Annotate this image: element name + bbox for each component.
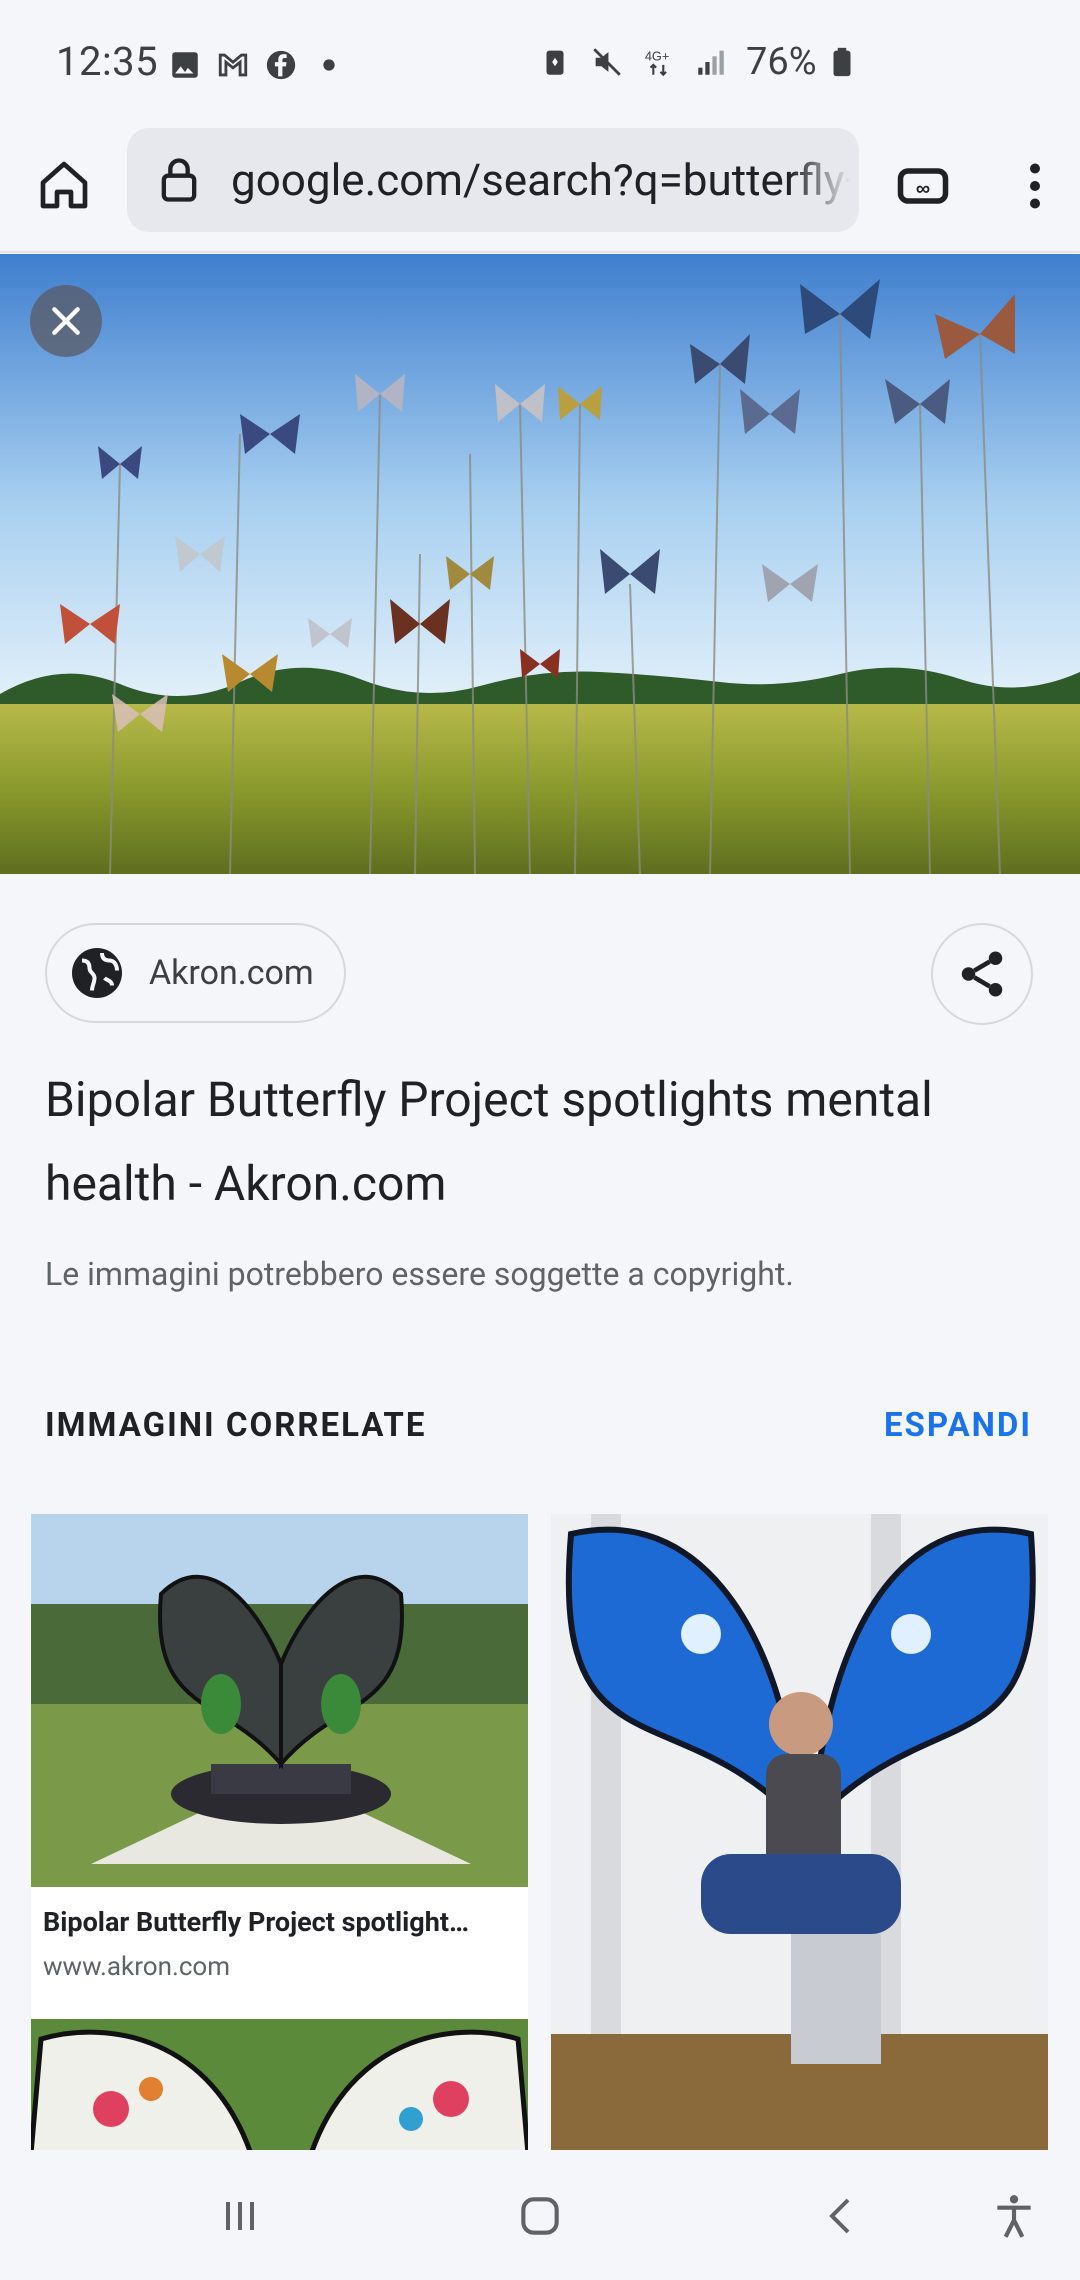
share-icon [961,951,1003,997]
dot-icon [323,59,335,71]
hero-image[interactable] [0,254,1080,874]
battery-level: 76% [746,40,817,84]
accessibility-button[interactable] [984,2186,1044,2246]
related-image-card[interactable] [551,1514,1048,2154]
notification-icons [168,48,346,82]
related-card-url: www.akron.com [43,1952,231,1982]
expand-button[interactable]: ESPANDI [884,1406,1032,1445]
recent-apps-button[interactable] [210,2186,270,2246]
related-image-thumbnail [551,1514,1048,2154]
network-4g-icon: 4G+ [645,49,669,77]
svg-text:∞: ∞ [916,178,930,200]
related-image-card[interactable]: Bipolar Butterfly Project spotlight… www… [31,1514,528,2019]
mute-icon [593,48,621,76]
gmail-icon [218,53,248,77]
home-nav-icon [521,2197,559,2235]
related-image-thumbnail [31,1514,528,1887]
url-bar[interactable]: google.com/search?q=butterfly+ [127,128,859,232]
system-status-icons: 4G+ 76% [538,40,859,84]
system-nav-bar [0,2150,1080,2280]
tab-switcher-icon: ∞ [897,168,949,204]
battery-icon [833,47,851,77]
lock-icon [161,158,197,202]
result-title[interactable]: Bipolar Butterfly Project spotlights men… [45,1058,1045,1226]
url-text: google.com/search?q=butterfly+ [231,154,851,206]
close-preview-button[interactable] [30,285,102,357]
more-vert-icon [1030,163,1040,209]
related-images-header: IMMAGINI CORRELATE [45,1406,427,1445]
facebook-icon [266,50,296,80]
related-image-card[interactable] [31,2019,528,2154]
alarm-icon [546,50,564,75]
globe-icon [72,948,122,998]
tab-switcher-button[interactable]: ∞ [888,151,958,221]
back-button[interactable] [812,2186,872,2246]
signal-icon [698,50,724,75]
gallery-icon [172,52,198,78]
related-card-title: Bipolar Butterfly Project spotlight… [43,1906,469,1938]
related-image-thumbnail [31,2019,528,2154]
source-label: Akron.com [149,953,314,993]
home-nav-button[interactable] [510,2186,570,2246]
share-button[interactable] [931,923,1033,1025]
copyright-notice: Le immagini potrebbero essere soggette a… [45,1255,794,1293]
status-bar: 12:35 4G+ 76% [0,0,1080,125]
home-button[interactable] [30,151,98,219]
browser-toolbar: google.com/search?q=butterfly+ ∞ [0,125,1080,253]
back-icon [829,2198,850,2234]
more-options-button[interactable] [1000,151,1070,221]
recent-apps-icon [226,2202,254,2230]
accessibility-icon [997,2195,1031,2238]
status-time: 12:35 [56,38,159,85]
svg-text:4G+: 4G+ [645,49,669,64]
close-icon [52,307,80,335]
home-icon [40,161,88,209]
source-chip[interactable]: Akron.com [45,923,346,1023]
